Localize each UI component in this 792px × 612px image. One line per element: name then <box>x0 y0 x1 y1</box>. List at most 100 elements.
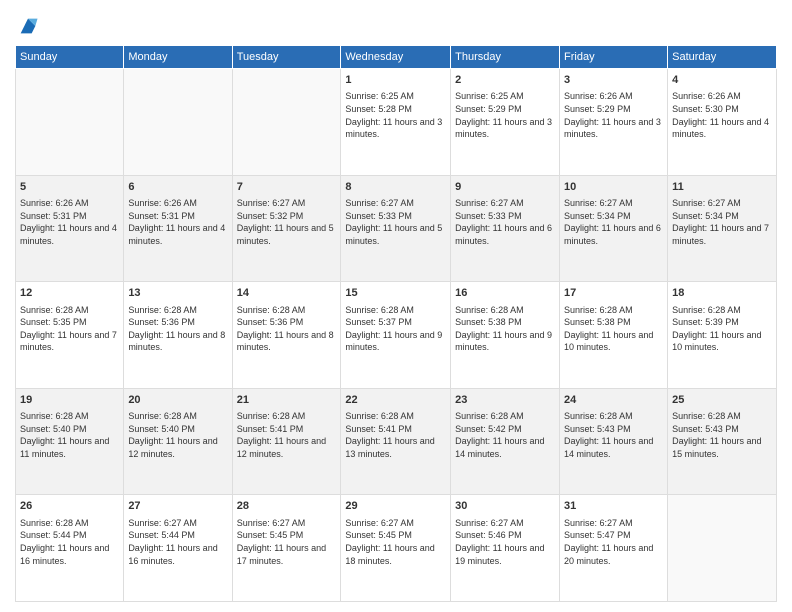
day-info: Daylight: 11 hours and 8 minutes. <box>237 329 337 354</box>
day-info: Daylight: 11 hours and 16 minutes. <box>128 542 227 567</box>
logo <box>15 15 39 37</box>
calendar-cell <box>16 69 124 176</box>
calendar-week-row: 12Sunrise: 6:28 AMSunset: 5:35 PMDayligh… <box>16 282 777 389</box>
day-info: Sunrise: 6:27 AM <box>237 197 337 210</box>
calendar-cell <box>124 69 232 176</box>
calendar-cell: 16Sunrise: 6:28 AMSunset: 5:38 PMDayligh… <box>451 282 560 389</box>
day-number: 2 <box>455 73 555 88</box>
calendar-cell: 17Sunrise: 6:28 AMSunset: 5:38 PMDayligh… <box>560 282 668 389</box>
day-info: Daylight: 11 hours and 5 minutes. <box>237 222 337 247</box>
calendar-week-row: 5 Sunrise: 6:26 AMSunset: 5:31 PM Daylight… <box>16 175 777 282</box>
calendar-week-row: 26Sunrise: 6:28 AMSunset: 5:44 PMDayligh… <box>16 495 777 602</box>
day-info: Sunrise: 6:27 AM <box>455 197 555 210</box>
calendar-cell: 27Sunrise: 6:27 AMSunset: 5:44 PMDayligh… <box>124 495 232 602</box>
day-info: Sunset: 5:36 PM <box>237 316 337 329</box>
calendar-cell: 11Sunrise: 6:27 AMSunset: 5:34 PMDayligh… <box>668 175 777 282</box>
calendar-cell: 29Sunrise: 6:27 AMSunset: 5:45 PMDayligh… <box>341 495 451 602</box>
day-info: Daylight: 11 hours and 9 minutes. <box>345 329 446 354</box>
day-info: Sunrise: 6:27 AM <box>672 197 772 210</box>
day-number: 9 <box>455 180 555 195</box>
day-number: 4 <box>672 73 772 88</box>
day-info: Sunrise: 6:27 AM <box>237 517 337 530</box>
calendar-cell: 26Sunrise: 6:28 AMSunset: 5:44 PMDayligh… <box>16 495 124 602</box>
day-info: Sunrise: 6:28 AM <box>345 410 446 423</box>
day-number: 7 <box>237 180 337 195</box>
day-number: 19 <box>20 393 119 408</box>
weekday-header: Sunday <box>16 46 124 69</box>
day-info: Sunrise: 6:27 AM <box>455 517 555 530</box>
day-number: 24 <box>564 393 663 408</box>
calendar-cell: 13Sunrise: 6:28 AMSunset: 5:36 PMDayligh… <box>124 282 232 389</box>
calendar-cell: 3Sunrise: 6:26 AMSunset: 5:29 PMDaylight… <box>560 69 668 176</box>
day-info: Sunset: 5:40 PM <box>20 423 119 436</box>
day-info: Sunset: 5:28 PM <box>345 103 446 116</box>
day-info: Sunrise: 6:28 AM <box>455 304 555 317</box>
day-info: Sunset: 5:31 PM <box>128 210 227 223</box>
day-number: 6 <box>128 180 227 195</box>
day-info: Sunset: 5:41 PM <box>345 423 446 436</box>
day-info: Sunrise: 6:28 AM <box>20 410 119 423</box>
day-number: 13 <box>128 286 227 301</box>
day-info: Daylight: 11 hours and 4 minutes. <box>20 222 119 247</box>
calendar-cell: 7Sunrise: 6:27 AMSunset: 5:32 PMDaylight… <box>232 175 341 282</box>
calendar-header-row: SundayMondayTuesdayWednesdayThursdayFrid… <box>16 46 777 69</box>
calendar-week-row: 19Sunrise: 6:28 AMSunset: 5:40 PMDayligh… <box>16 388 777 495</box>
day-number: 26 <box>20 499 119 514</box>
day-info: Daylight: 11 hours and 6 minutes. <box>455 222 555 247</box>
calendar-cell: 9 Sunrise: 6:27 AMSunset: 5:33 PMDaylight… <box>451 175 560 282</box>
day-info: Daylight: 11 hours and 20 minutes. <box>564 542 663 567</box>
day-info: Sunrise: 6:28 AM <box>128 304 227 317</box>
calendar-cell: 1Sunrise: 6:25 AMSunset: 5:28 PMDaylight… <box>341 69 451 176</box>
weekday-header: Saturday <box>668 46 777 69</box>
day-number: 11 <box>672 180 772 195</box>
day-info: Sunset: 5:29 PM <box>455 103 555 116</box>
day-number: 28 <box>237 499 337 514</box>
day-info: Sunset: 5:45 PM <box>237 529 337 542</box>
day-info: Sunrise: 6:27 AM <box>564 197 663 210</box>
calendar-cell: 4Sunrise: 6:26 AMSunset: 5:30 PMDaylight… <box>668 69 777 176</box>
day-info: Daylight: 11 hours and 6 minutes. <box>564 222 663 247</box>
day-number: 21 <box>237 393 337 408</box>
day-info: Daylight: 11 hours and 3 minutes. <box>564 116 663 141</box>
day-info: Sunrise: 6:25 AM <box>455 90 555 103</box>
header <box>15 10 777 37</box>
day-number: 23 <box>455 393 555 408</box>
day-info: Daylight: 11 hours and 10 minutes. <box>672 329 772 354</box>
day-info: Sunrise: 6:28 AM <box>20 304 119 317</box>
day-number: 17 <box>564 286 663 301</box>
day-info: Sunrise: 6:28 AM <box>564 304 663 317</box>
day-info: Sunset: 5:47 PM <box>564 529 663 542</box>
day-number: 8 <box>345 180 446 195</box>
day-number: 16 <box>455 286 555 301</box>
calendar-cell: 28Sunrise: 6:27 AMSunset: 5:45 PMDayligh… <box>232 495 341 602</box>
day-info: Daylight: 11 hours and 14 minutes. <box>564 435 663 460</box>
calendar-cell: 21Sunrise: 6:28 AMSunset: 5:41 PMDayligh… <box>232 388 341 495</box>
day-number: 15 <box>345 286 446 301</box>
calendar-cell: 15Sunrise: 6:28 AMSunset: 5:37 PMDayligh… <box>341 282 451 389</box>
day-info: Sunset: 5:43 PM <box>564 423 663 436</box>
day-info: Sunset: 5:46 PM <box>455 529 555 542</box>
day-info: Sunrise: 6:28 AM <box>672 410 772 423</box>
day-info: Sunrise: 6:27 AM <box>128 517 227 530</box>
day-info: Daylight: 11 hours and 16 minutes. <box>20 542 119 567</box>
day-info: Daylight: 11 hours and 19 minutes. <box>455 542 555 567</box>
day-info: Sunset: 5:44 PM <box>20 529 119 542</box>
calendar-cell: 2Sunrise: 6:25 AMSunset: 5:29 PMDaylight… <box>451 69 560 176</box>
day-info: Sunset: 5:40 PM <box>128 423 227 436</box>
day-number: 5 <box>20 180 119 195</box>
calendar-cell: 30Sunrise: 6:27 AMSunset: 5:46 PMDayligh… <box>451 495 560 602</box>
day-info: Sunrise: 6:26 AM <box>128 197 227 210</box>
day-number: 18 <box>672 286 772 301</box>
logo-icon <box>17 15 39 37</box>
weekday-header: Friday <box>560 46 668 69</box>
day-info: Sunrise: 6:28 AM <box>345 304 446 317</box>
day-info: Daylight: 11 hours and 7 minutes. <box>672 222 772 247</box>
day-info: Daylight: 11 hours and 15 minutes. <box>672 435 772 460</box>
day-info: Sunset: 5:33 PM <box>455 210 555 223</box>
day-info: Sunrise: 6:26 AM <box>564 90 663 103</box>
day-info: Daylight: 11 hours and 10 minutes. <box>564 329 663 354</box>
day-info: Daylight: 11 hours and 4 minutes. <box>672 116 772 141</box>
day-info: Sunset: 5:42 PM <box>455 423 555 436</box>
calendar-cell: 8Sunrise: 6:27 AMSunset: 5:33 PMDaylight… <box>341 175 451 282</box>
calendar-table: SundayMondayTuesdayWednesdayThursdayFrid… <box>15 45 777 602</box>
